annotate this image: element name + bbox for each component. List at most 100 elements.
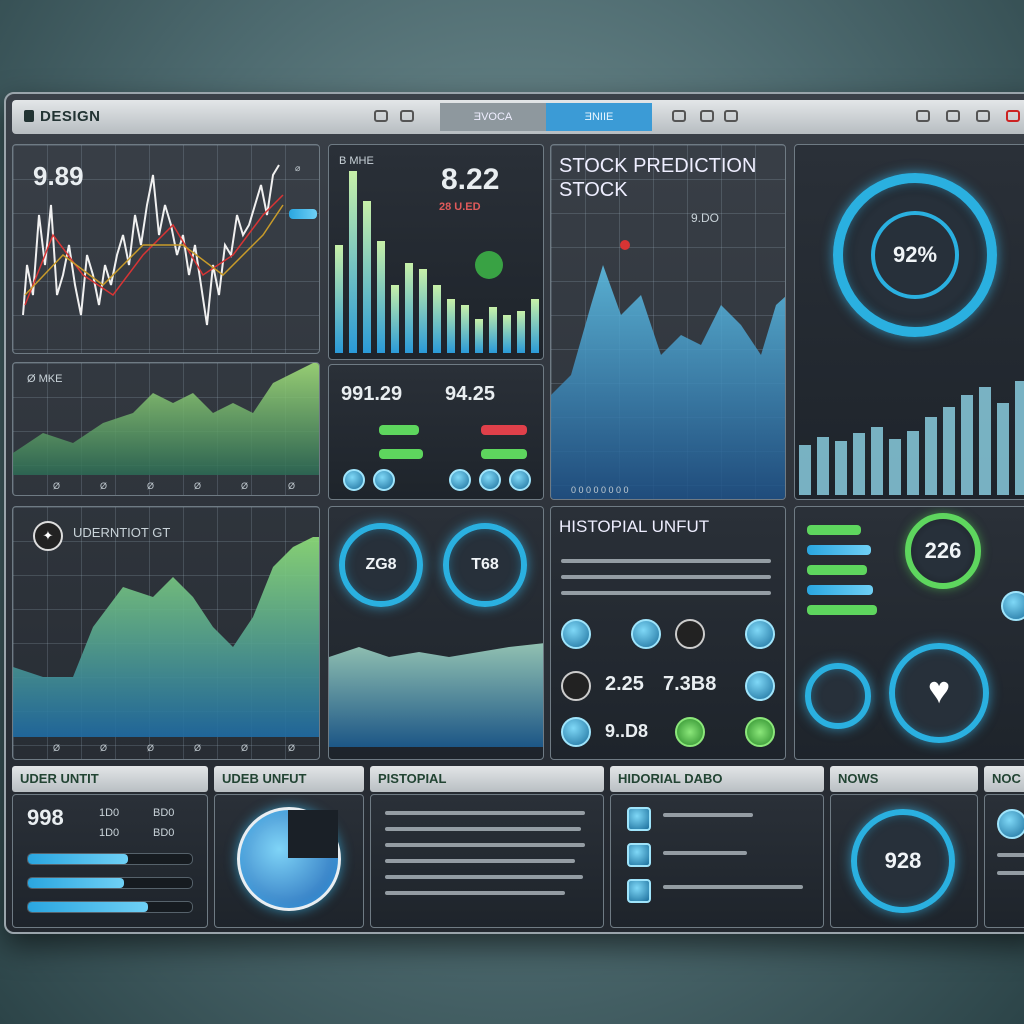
trend-panel: ✦ UDERNTIOT GT ØØØØØØ [12,506,320,760]
heart-gauge[interactable]: ♥ [889,643,989,743]
col-value: 1D0 [99,807,120,819]
control-button[interactable] [561,717,591,747]
score-gauge: 226 [905,513,981,589]
prediction-area-chart [551,240,785,499]
control-button[interactable] [1001,591,1024,621]
axis-tick: 0 0 0 0 0 0 0 0 [571,485,629,495]
control-button[interactable] [343,469,365,491]
text-line [561,591,771,595]
text-line [385,875,583,879]
ring-panel: ZG8 T68 [328,506,544,760]
minimize-icon[interactable] [916,110,930,122]
historial-value-1: 2.25 [605,673,644,695]
slider-fill [28,902,148,912]
control-button[interactable] [561,671,591,701]
text-line [385,811,585,815]
green-indicator [481,449,527,459]
quote-left: 991.29 [341,383,403,405]
text-line [561,575,771,579]
logo-icon [24,110,34,122]
control-button[interactable] [631,619,661,649]
quote-panel: 991.29 94.25 [328,364,544,500]
control-button[interactable] [997,809,1024,839]
stock-prediction-panel: STOCK PREDICTION STOCK 9.DO 0 0 0 0 0 0 … [550,144,786,500]
level-bar [807,525,861,535]
level-bar [807,585,873,595]
red-indicator [481,425,527,435]
user-input-header: UDER UNTIT [12,766,208,792]
user-unfut-header: UDEB UNFUT [214,766,364,792]
level-bar [807,545,871,555]
window-icon[interactable] [700,110,714,122]
tab-one[interactable]: ƎVOCA [440,103,546,131]
col-value: 1D0 [99,827,120,839]
text-line [385,859,575,863]
historial-value-3: 9..D8 [605,721,649,741]
mini-gauge [805,663,871,729]
control-button[interactable] [745,619,775,649]
window-icon[interactable] [374,110,388,122]
brand-label: DESIGN [40,108,101,125]
gauge-panel: 92% [794,144,1024,500]
pie-gauge [237,807,341,911]
check-icon[interactable] [627,879,651,903]
axis-ticks: ØØØØØØ [53,481,320,491]
news2-header: NOC [984,766,1024,792]
ring-area-chart [329,643,543,747]
settings-icon[interactable] [946,110,960,122]
user-input-panel: 998 1D0 BD0 1D0 BD0 [12,794,208,928]
green-indicator [379,449,423,459]
axis-ticks: ØØØØØØ [53,743,320,753]
trend-area-chart [13,537,319,737]
check-icon[interactable] [627,843,651,867]
check-icon[interactable] [627,807,651,831]
status-button[interactable] [675,717,705,747]
area-chart-panel: Ø MKE ØØØØØØ [12,362,320,496]
text-line [385,827,581,831]
text-line [997,853,1024,857]
slider-fill [28,854,128,864]
text-line [997,871,1024,875]
panel-title: HISTOPIAL UNFUT [559,517,710,536]
slider-track[interactable] [27,877,193,889]
news-panel: 928 [830,794,978,928]
control-button[interactable] [745,671,775,701]
col-value: BD0 [153,827,175,839]
level-bar [807,565,867,575]
bar-chart [335,171,539,353]
price-marker [289,209,317,219]
close-icon[interactable] [1006,110,1020,122]
green-area-chart [13,363,319,475]
green-indicator [379,425,419,435]
pie-slice [288,810,338,858]
slider-track[interactable] [27,901,193,913]
axis-tick: ⌀ [295,163,301,173]
col-value: BD0 [153,807,175,819]
historial-value-2: 7.3B8 [663,673,717,695]
maximize-icon[interactable] [976,110,990,122]
control-button[interactable] [509,469,531,491]
window-icon[interactable] [724,110,738,122]
text-line [561,559,771,563]
quote-right: 94.25 [445,383,496,405]
level-bar [807,605,877,615]
control-button[interactable] [373,469,395,491]
window-icon[interactable] [400,110,414,122]
historial-header: PISTOPIAL [370,766,604,792]
controls-panel: 226 ♥ [794,506,1024,760]
window-icon[interactable] [672,110,686,122]
user-unfut-panel [214,794,364,928]
news-gauge: 928 [851,809,955,913]
status-button[interactable] [745,717,775,747]
control-button[interactable] [449,469,471,491]
tab-two[interactable]: ƎNIIE [546,103,652,131]
control-button[interactable] [479,469,501,491]
control-button[interactable] [675,619,705,649]
text-line [385,843,585,847]
volume-bars [799,381,1024,495]
text-line [663,885,803,889]
slider-track[interactable] [27,853,193,865]
control-button[interactable] [561,619,591,649]
text-line [663,813,753,817]
historial-panel: HISTOPIAL UNFUT 2.25 7.3B8 9..D8 [550,506,786,760]
